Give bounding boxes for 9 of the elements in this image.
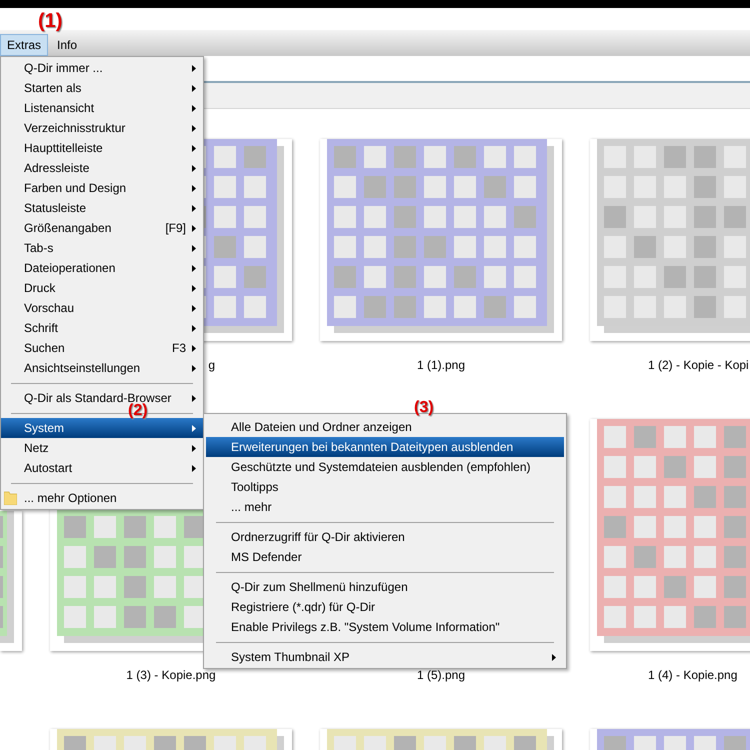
file-name: 1 (2) - Kopie - Kopi <box>648 358 749 372</box>
file-name: g <box>208 358 215 372</box>
file-name: 1 (1).png <box>416 358 466 372</box>
file-name: 1 (3) - Kopie.png <box>126 668 216 682</box>
file-name: 1 (5).png <box>416 668 466 682</box>
annotation-number: (3) <box>414 401 434 414</box>
file-name: 1 (4) - Kopie.png <box>648 668 738 682</box>
annotation-number: (1) <box>38 13 62 30</box>
annotation-number: (2) <box>128 404 148 417</box>
